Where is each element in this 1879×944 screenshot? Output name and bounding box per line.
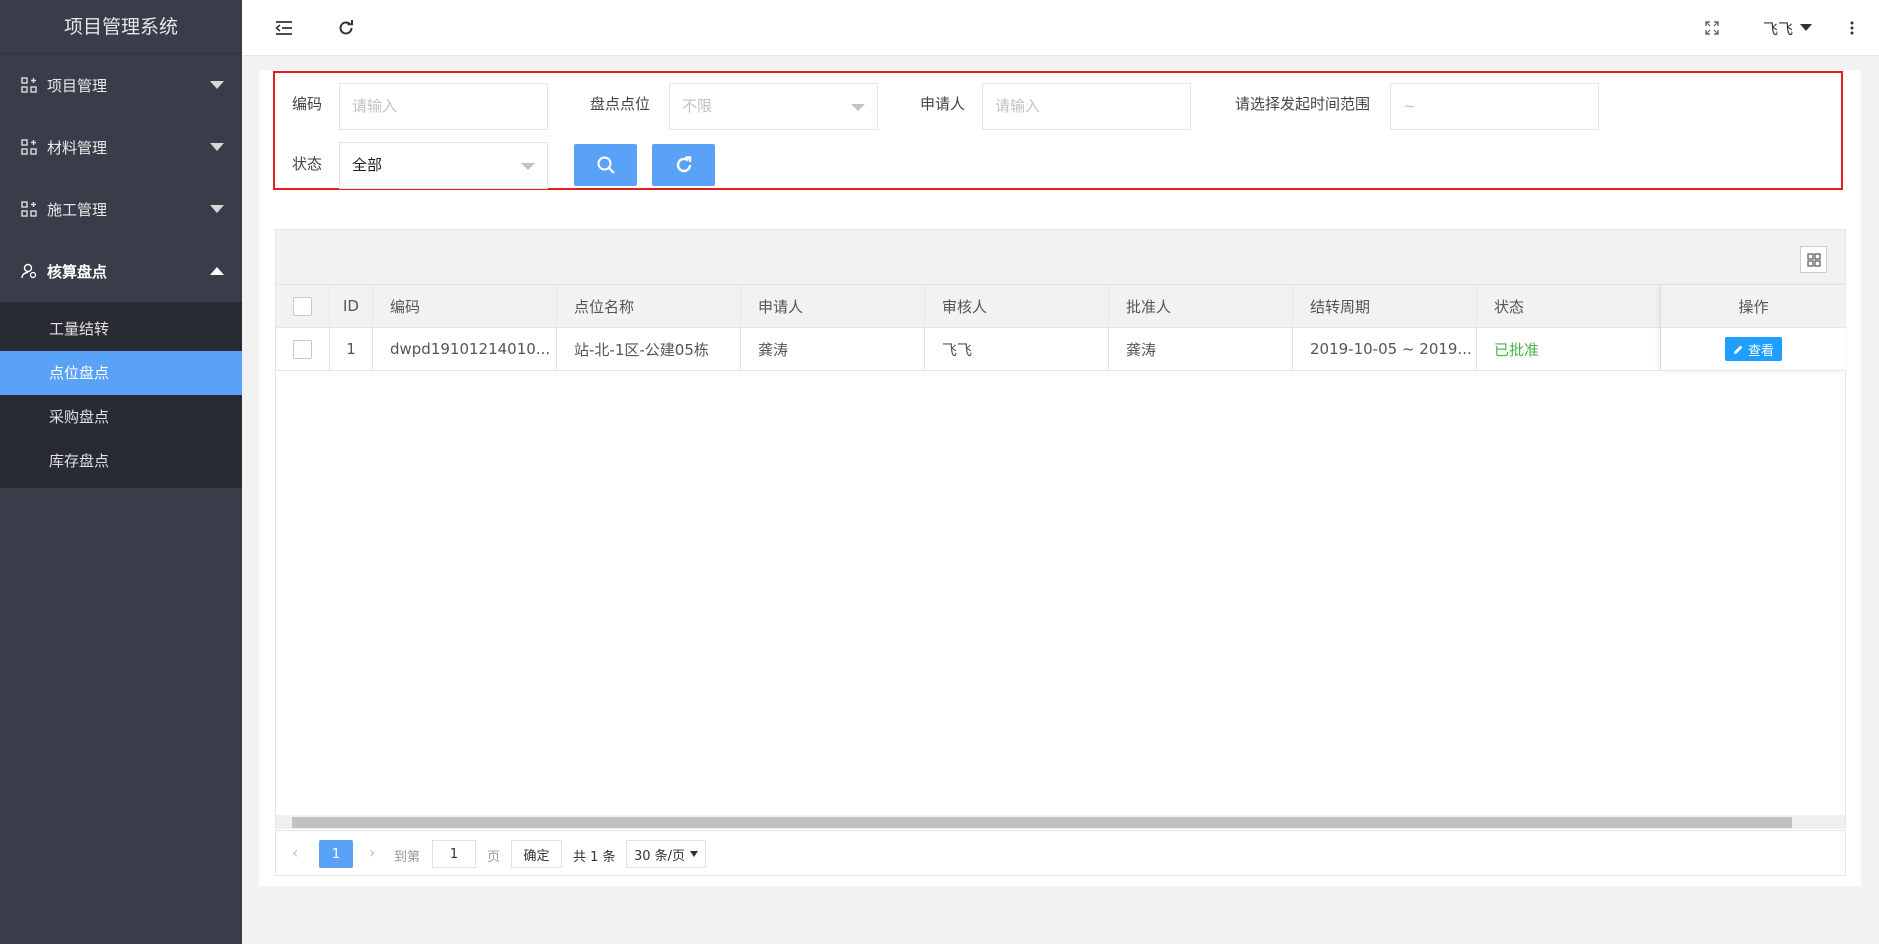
status-select[interactable]: 全部 (339, 142, 548, 189)
location-select-value: 不限 (682, 97, 713, 115)
view-button-label: 查看 (1747, 343, 1774, 359)
status-select-value: 全部 (352, 156, 383, 174)
sidebar-item-label: 材料管理 (47, 138, 108, 157)
page-suffix-label: 页 (487, 850, 501, 865)
header-checkbox-cell (276, 285, 330, 327)
chevron-down-icon (210, 205, 224, 213)
column-header-approver[interactable]: 批准人 (1109, 285, 1293, 327)
nav-group-project: 项目管理 (0, 54, 242, 116)
column-header-code[interactable]: 编码 (373, 285, 557, 327)
chevron-down-icon (210, 143, 224, 151)
grid-plus-icon (20, 200, 38, 218)
grid-plus-icon (20, 138, 38, 156)
chevron-down-icon (690, 851, 698, 857)
goto-label: 到第 (394, 850, 421, 865)
cell-reviewer: 飞飞 (925, 328, 1109, 370)
grid-plus-icon (20, 76, 38, 94)
time-range-label: 请选择发起时间范围 (1235, 95, 1371, 113)
sidebar-subitem-labor-transfer[interactable]: 工量结转 (0, 307, 242, 351)
topbar: 飞飞 (242, 0, 1879, 56)
chevron-down-icon (521, 163, 535, 170)
scrollbar-thumb[interactable] (292, 817, 1792, 828)
column-header-id[interactable]: ID (330, 285, 373, 327)
horizontal-scrollbar[interactable] (276, 815, 1845, 829)
view-button[interactable]: 查看 (1724, 337, 1782, 361)
columns-icon (1806, 252, 1821, 267)
column-header-period[interactable]: 结转周期 (1293, 285, 1477, 327)
column-header-reviewer[interactable]: 审核人 (925, 285, 1109, 327)
prev-page-icon[interactable]: ‹ (292, 843, 298, 862)
refresh-icon (676, 156, 691, 173)
column-filter-button[interactable] (1800, 246, 1827, 273)
sidebar-subitem-purchase-inventory[interactable]: 采购盘点 (0, 395, 242, 439)
more-vertical-icon[interactable] (1840, 16, 1864, 40)
sidebar-item-project[interactable]: 项目管理 (0, 54, 242, 116)
pagination: ‹ 1 › 到第 1 页 确定 共 1 条 30 条/页 (276, 830, 1845, 876)
applicant-label: 申请人 (920, 95, 966, 113)
chevron-down-icon[interactable] (1800, 24, 1812, 31)
page-number-current[interactable]: 1 (319, 840, 353, 868)
menu-collapse-icon[interactable] (272, 16, 296, 40)
row-checkbox[interactable] (293, 339, 312, 359)
action-cell: 查看 (1661, 328, 1846, 371)
sidebar-subitem-stock-inventory[interactable]: 库存盘点 (0, 439, 242, 483)
sidebar-item-construction[interactable]: 施工管理 (0, 178, 242, 240)
table-toolbar (276, 230, 1845, 285)
location-label: 盘点点位 (590, 95, 651, 113)
next-page-icon[interactable]: › (369, 843, 375, 862)
sidebar-item-label: 核算盘点 (47, 262, 108, 281)
fullscreen-icon[interactable] (1700, 16, 1724, 40)
chevron-down-icon (210, 81, 224, 89)
reset-button[interactable] (652, 144, 715, 186)
select-all-checkbox[interactable] (293, 296, 312, 316)
submenu-accounting: 工量结转 点位盘点 采购盘点 库存盘点 (0, 302, 242, 488)
table-row[interactable]: 1 dwpd19101214010... 站-北-1区-公建05栋 龚涛 飞飞 … (276, 328, 1845, 371)
column-header-location[interactable]: 点位名称 (557, 285, 741, 327)
sidebar-item-material[interactable]: 材料管理 (0, 116, 242, 178)
edit-icon (1733, 345, 1743, 354)
action-column: 操作 查看 (1661, 285, 1846, 371)
column-header-applicant[interactable]: 申请人 (741, 285, 925, 327)
code-input[interactable]: 请输入 (339, 83, 548, 130)
refresh-icon[interactable] (334, 16, 358, 40)
cell-approver: 龚涛 (1109, 328, 1293, 370)
code-label: 编码 (292, 95, 323, 113)
row-checkbox-cell (276, 328, 330, 370)
goto-confirm-button[interactable]: 确定 (511, 840, 562, 868)
nav-group-construction: 施工管理 (0, 178, 242, 240)
applicant-input[interactable]: 请输入 (982, 83, 1191, 130)
nav-group-material: 材料管理 (0, 116, 242, 178)
search-icon (597, 156, 615, 174)
sidebar-item-accounting[interactable]: 核算盘点 (0, 240, 242, 302)
page-size-value: 30 条/页 (634, 848, 686, 864)
time-range-input[interactable]: ~ (1390, 83, 1599, 130)
sidebar-subitem-location-inventory[interactable]: 点位盘点 (0, 351, 242, 395)
cell-code: dwpd19101214010... (373, 328, 557, 370)
cell-id: 1 (330, 328, 373, 370)
chevron-down-icon (851, 104, 865, 111)
cell-location: 站-北-1区-公建05栋 (557, 328, 741, 370)
page-size-select[interactable]: 30 条/页 (626, 840, 706, 868)
column-header-action: 操作 (1661, 285, 1846, 328)
table-header: ID 编码 点位名称 申请人 审核人 批准人 结转周期 状态 (276, 285, 1845, 328)
total-count: 共 1 条 (573, 850, 616, 865)
search-button[interactable] (574, 144, 637, 186)
cell-applicant: 龚涛 (741, 328, 925, 370)
user-icon (20, 262, 38, 280)
goto-page-input[interactable]: 1 (432, 840, 476, 868)
cell-status: 已批准 (1477, 328, 1661, 370)
column-header-status[interactable]: 状态 (1477, 285, 1661, 327)
user-menu[interactable]: 飞飞 (1763, 18, 1793, 39)
app-title: 项目管理系统 (0, 0, 242, 54)
sidebar: 项目管理系统 项目管理 材料管理 施工管理 核算盘点 工量结转 点位盘点 采购盘… (0, 0, 242, 944)
sidebar-item-label: 施工管理 (47, 200, 108, 219)
sidebar-item-label: 项目管理 (47, 76, 108, 95)
status-label: 状态 (292, 155, 323, 173)
location-select[interactable]: 不限 (669, 83, 878, 130)
cell-period: 2019-10-05 ~ 2019... (1293, 328, 1477, 370)
data-table: ID 编码 点位名称 申请人 审核人 批准人 结转周期 状态 1 dwpd191… (275, 229, 1846, 876)
chevron-up-icon (210, 267, 224, 275)
nav-group-accounting: 核算盘点 工量结转 点位盘点 采购盘点 库存盘点 (0, 240, 242, 488)
